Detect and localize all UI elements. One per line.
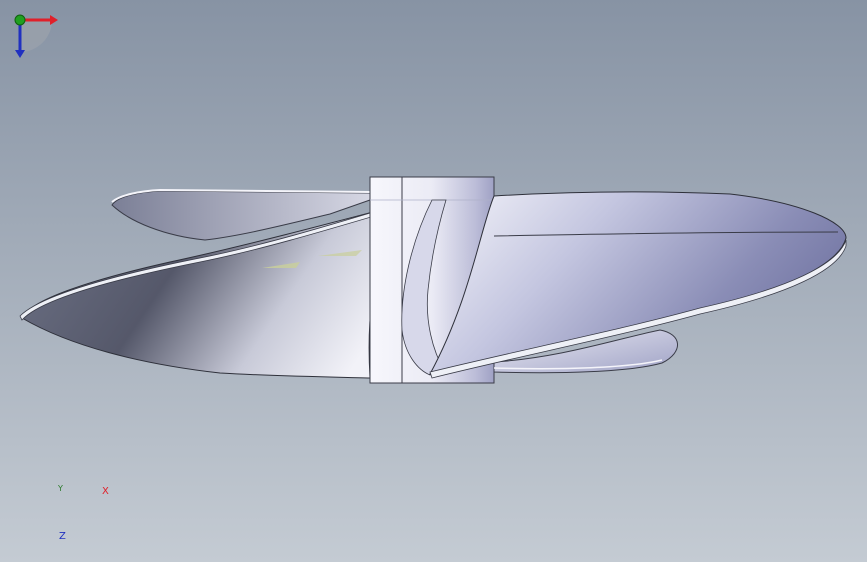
y-axis-label: Y <box>58 484 63 493</box>
y-axis-dot <box>14 14 26 26</box>
model-view[interactable] <box>0 0 867 562</box>
z-axis-label: Z <box>59 531 66 542</box>
orientation-triad <box>14 14 58 58</box>
triad-plane-shade <box>20 20 52 52</box>
graphics-viewport[interactable]: X Y Z <box>0 0 867 562</box>
x-axis-label: X <box>102 486 109 497</box>
